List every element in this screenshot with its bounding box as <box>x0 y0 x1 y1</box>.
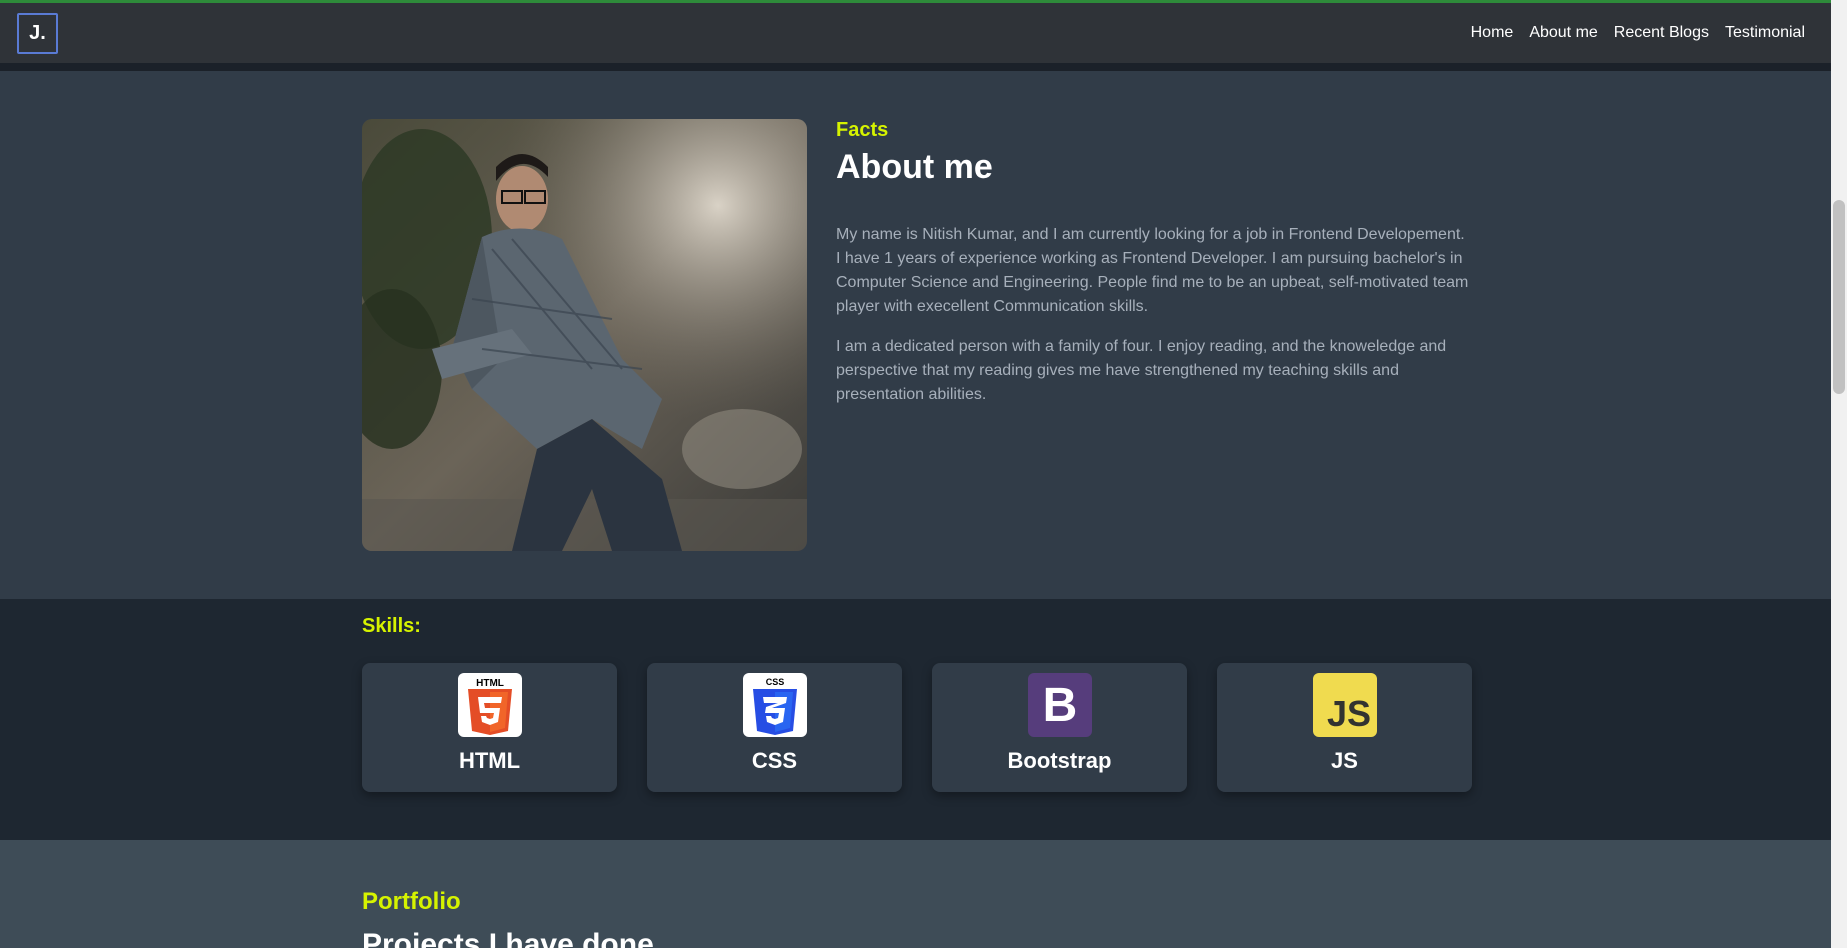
about-section: Facts About me My name is Nitish Kumar, … <box>0 71 1831 599</box>
navbar-shadow <box>0 63 1831 71</box>
portfolio-eyebrow: Portfolio <box>362 888 461 915</box>
nav-link-about[interactable]: About me <box>1529 24 1597 42</box>
navbar: J. Home About me Recent Blogs Testimonia… <box>0 3 1831 63</box>
skill-label-html: HTML <box>458 748 521 773</box>
html5-icon-text: HTML <box>476 678 504 689</box>
skill-card-css[interactable]: CSS CSS <box>647 663 902 792</box>
about-text: Facts About me My name is Nitish Kumar, … <box>836 119 1470 407</box>
bootstrap-icon: B <box>1028 673 1092 737</box>
vertical-scrollbar[interactable] <box>1831 0 1847 948</box>
skill-label-bootstrap: Bootstrap <box>1007 748 1112 773</box>
skills-section: Skills: HTML HTML CSS CSS B Bootstrap JS… <box>0 599 1831 840</box>
about-paragraph-2: I am a dedicated person with a family of… <box>836 338 1447 403</box>
about-title: About me <box>836 148 993 186</box>
skill-label-js: JS <box>1331 748 1358 773</box>
javascript-icon: JS <box>1313 673 1377 737</box>
brand-logo[interactable]: J. <box>17 12 58 54</box>
nav-link-home[interactable]: Home <box>1471 24 1514 42</box>
nav-links: Home About me Recent Blogs Testimonial <box>1471 24 1805 42</box>
portfolio-section: Portfolio Projects I have done <box>0 840 1831 948</box>
css3-icon: CSS <box>743 673 807 737</box>
nav-link-recent-blogs[interactable]: Recent Blogs <box>1614 24 1709 42</box>
about-eyebrow: Facts <box>836 119 889 141</box>
skill-label-css: CSS <box>751 748 798 773</box>
profile-photo <box>362 119 807 551</box>
scrollbar-thumb[interactable] <box>1833 200 1845 394</box>
portfolio-title: Projects I have done <box>362 928 654 948</box>
skill-card-html[interactable]: HTML HTML <box>362 663 617 792</box>
about-paragraph-1: My name is Nitish Kumar, and I am curren… <box>836 226 1469 315</box>
skill-card-bootstrap[interactable]: B Bootstrap <box>932 663 1187 792</box>
nav-link-testimonial[interactable]: Testimonial <box>1725 24 1805 42</box>
page: J. Home About me Recent Blogs Testimonia… <box>0 0 1847 948</box>
css3-icon-text: CSS <box>766 677 785 687</box>
skill-card-js[interactable]: JS JS <box>1217 663 1472 792</box>
skills-title: Skills: <box>362 615 421 637</box>
html5-icon: HTML <box>458 673 522 737</box>
